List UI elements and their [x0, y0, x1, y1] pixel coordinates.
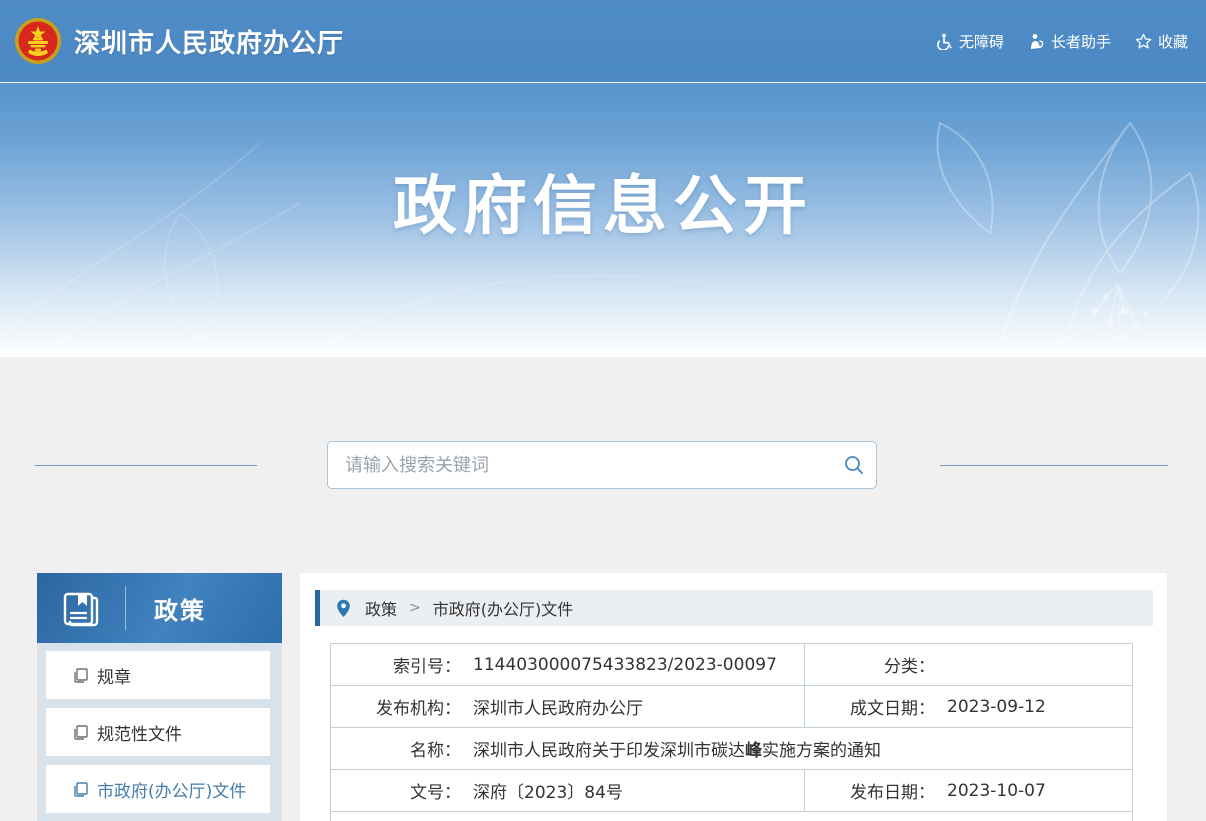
page: 深圳市人民政府办公厅 无障碍 长者助手 [0, 0, 1206, 821]
policy-book-icon [59, 586, 103, 630]
top-header-bar: 深圳市人民政府办公厅 无障碍 长者助手 [0, 0, 1206, 82]
search-input[interactable] [328, 443, 832, 487]
document-name-prefix: 深圳市人民政府关于印发深圳市碳达 [473, 741, 745, 761]
document-name-suffix: 实施方案的通知 [762, 741, 881, 761]
document-number-cell: 文号： 深府〔2023〕84号 [331, 772, 804, 809]
document-icon [73, 668, 88, 683]
search-button[interactable] [832, 443, 876, 487]
sidebar-title: 政策 [154, 591, 206, 626]
document-name-keyword-highlight: 峰 [745, 741, 762, 761]
table-row: 名称： 深圳市人民政府关于印发深圳市碳达峰实施方案的通知 [331, 728, 1132, 770]
index-number-value: 114403000075433823/2023-00097 [473, 655, 777, 675]
date-published-label: 发布日期： [815, 778, 935, 803]
site-brand[interactable]: 深圳市人民政府办公厅 [0, 17, 344, 65]
issuing-agency-value: 深圳市人民政府办公厅 [473, 694, 643, 719]
document-number-label: 文号： [341, 778, 461, 803]
breadcrumb-accent-bar [315, 590, 320, 626]
main-panel: 政策 > 市政府(办公厅)文件 索引号： 114403000075433823/… [300, 573, 1167, 821]
favorite-label: 收藏 [1158, 31, 1188, 52]
right-divider-line [940, 465, 1168, 466]
date-published-value: 2023-10-07 [947, 781, 1046, 801]
date-written-label: 成文日期： [815, 694, 935, 719]
sidebar-item-regulations[interactable]: 规章 [46, 651, 270, 699]
document-name-cell: 名称： 深圳市人民政府关于印发深圳市碳达峰实施方案的通知 [331, 730, 1132, 767]
issuing-agency-cell: 发布机构： 深圳市人民政府办公厅 [331, 688, 804, 725]
breadcrumb-root[interactable]: 政策 [365, 596, 397, 620]
page-title: 政府信息公开 [0, 155, 1206, 247]
elder-helper-icon [1028, 33, 1045, 50]
search-icon [843, 454, 865, 476]
accessibility-icon [936, 33, 953, 50]
document-info-table: 索引号： 114403000075433823/2023-00097 分类： 发… [330, 643, 1133, 821]
table-row [331, 812, 1132, 821]
document-name-value: 深圳市人民政府关于印发深圳市碳达峰实施方案的通知 [473, 736, 881, 761]
breadcrumb: 政策 > 市政府(办公厅)文件 [315, 590, 1153, 626]
index-number-label: 索引号： [341, 652, 461, 677]
left-divider-line [35, 465, 257, 466]
favorite-link[interactable]: 收藏 [1135, 31, 1188, 52]
accessibility-link[interactable]: 无障碍 [936, 31, 1004, 52]
table-row: 索引号： 114403000075433823/2023-00097 分类： [331, 644, 1132, 686]
sidebar-header-divider [125, 586, 126, 630]
document-icon [73, 725, 88, 740]
category-cell: 分类： [804, 644, 1132, 685]
search-box [327, 441, 877, 489]
site-title: 深圳市人民政府办公厅 [74, 23, 344, 60]
table-row: 文号： 深府〔2023〕84号 发布日期： 2023-10-07 [331, 770, 1132, 812]
sidebar-item-normative-documents[interactable]: 规范性文件 [46, 708, 270, 756]
sidebar-item-label: 规范性文件 [97, 720, 182, 745]
top-links: 无障碍 长者助手 收藏 [936, 0, 1188, 82]
issuing-agency-label: 发布机构： [341, 694, 461, 719]
star-icon [1135, 33, 1152, 50]
category-label: 分类： [815, 652, 935, 677]
sidebar-item-label: 市政府(办公厅)文件 [97, 777, 246, 802]
breadcrumb-current: 市政府(办公厅)文件 [433, 596, 574, 620]
sidebar: 政策 规章 规范性文件 [37, 573, 282, 821]
national-emblem-icon [14, 17, 62, 65]
document-name-label: 名称： [341, 736, 461, 761]
document-number-value: 深府〔2023〕84号 [473, 778, 623, 803]
breadcrumb-separator: > [409, 600, 421, 616]
elder-helper-label: 长者助手 [1051, 31, 1111, 52]
date-written-cell: 成文日期： 2023-09-12 [804, 686, 1132, 727]
sidebar-header: 政策 [37, 573, 282, 643]
date-published-cell: 发布日期： 2023-10-07 [804, 770, 1132, 811]
banner: 政府信息公开 [0, 82, 1206, 357]
sidebar-item-label: 规章 [97, 663, 131, 688]
index-number-cell: 索引号： 114403000075433823/2023-00097 [331, 646, 804, 683]
elder-helper-link[interactable]: 长者助手 [1028, 31, 1111, 52]
date-written-value: 2023-09-12 [947, 697, 1046, 717]
sidebar-item-municipal-government-documents[interactable]: 市政府(办公厅)文件 [46, 765, 270, 813]
accessibility-label: 无障碍 [959, 31, 1004, 52]
document-icon [73, 782, 88, 797]
location-pin-icon [336, 599, 351, 618]
table-row: 发布机构： 深圳市人民政府办公厅 成文日期： 2023-09-12 [331, 686, 1132, 728]
